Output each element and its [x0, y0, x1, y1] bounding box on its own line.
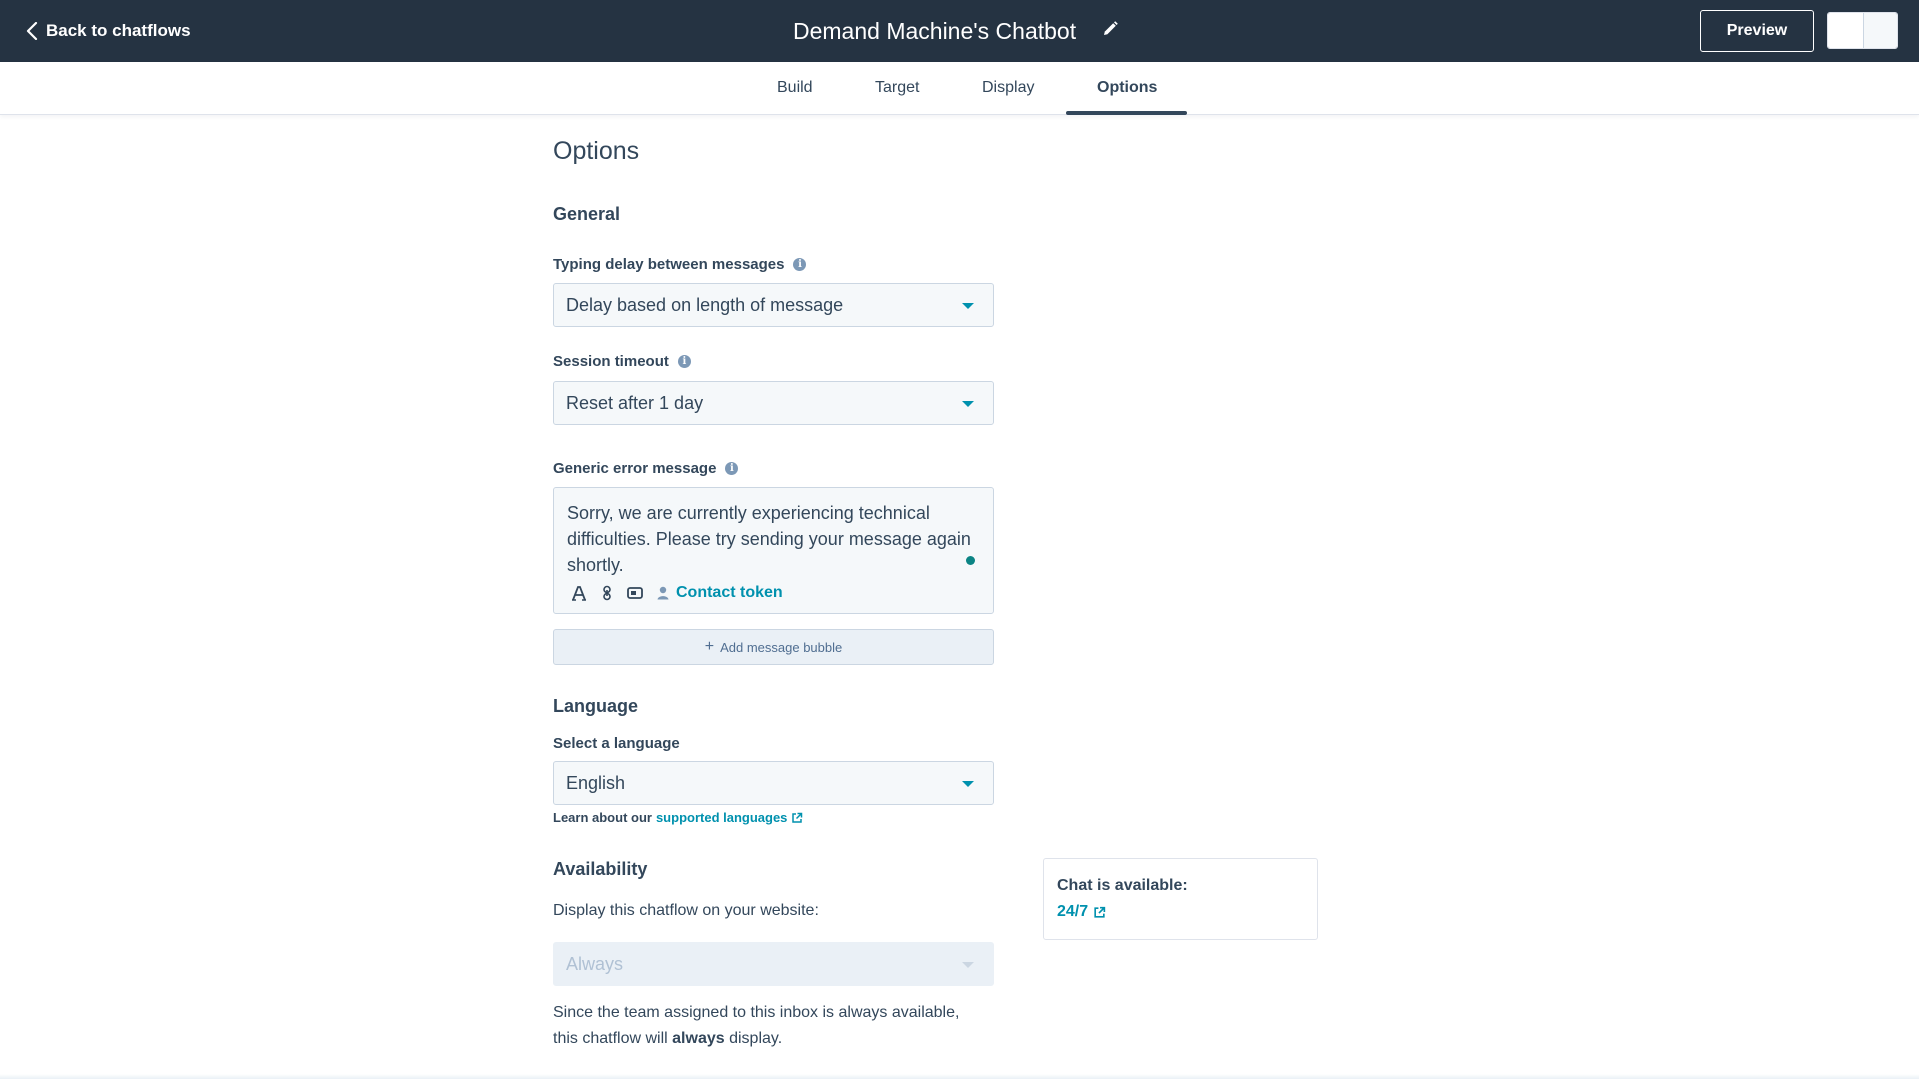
footer-shadow: [0, 1074, 1919, 1079]
supported-languages-link[interactable]: supported languages: [656, 810, 787, 825]
toggle-option-left[interactable]: [1828, 13, 1863, 48]
session-timeout-select[interactable]: Reset after 1 day: [553, 381, 994, 425]
view-toggle: [1827, 12, 1898, 49]
language-label: Select a language: [553, 735, 680, 752]
availability-note-bold: always: [672, 1030, 725, 1047]
chat-available-label: Chat is available:: [1057, 877, 1188, 894]
video-icon[interactable]: [626, 584, 644, 602]
tab-options[interactable]: Options: [1097, 79, 1157, 97]
error-message-editor[interactable]: Sorry, we are currently experiencing tec…: [553, 487, 994, 614]
info-icon[interactable]: i: [677, 355, 691, 368]
availability-note: Since the team assigned to this inbox is…: [553, 1000, 983, 1052]
page-title: Options: [553, 137, 640, 165]
status-dot: [966, 556, 975, 565]
pencil-icon[interactable]: [1101, 20, 1119, 38]
info-icon[interactable]: i: [793, 258, 807, 271]
preview-button[interactable]: Preview: [1700, 10, 1814, 52]
error-message-text[interactable]: Sorry, we are currently experiencing tec…: [567, 500, 972, 578]
availability-note-suffix: display.: [729, 1030, 783, 1047]
active-tab-indicator: [1066, 111, 1187, 115]
availability-hours-link[interactable]: 24/7: [1057, 903, 1106, 921]
chevron-left-icon: [26, 22, 38, 40]
back-label: Back to chatflows: [46, 21, 191, 40]
availability-select: Always: [553, 942, 994, 986]
external-link-icon: [1094, 906, 1106, 918]
add-message-bubble-label: Add message bubble: [720, 639, 843, 655]
section-availability-heading: Availability: [553, 859, 648, 879]
top-bar: Back to chatflows Demand Machine's Chatb…: [0, 0, 1919, 62]
typing-delay-value: Delay based on length of message: [566, 294, 844, 315]
session-timeout-label: Session timeout i: [553, 353, 691, 370]
caret-down-icon: [962, 401, 974, 407]
language-select[interactable]: English: [553, 761, 994, 805]
person-icon: [654, 584, 672, 602]
language-value: English: [566, 772, 626, 793]
language-help-text: Learn about our supported languages: [553, 810, 803, 825]
error-message-label: Generic error message i: [553, 460, 739, 477]
availability-hours-text: 24/7: [1057, 903, 1089, 920]
language-label-text: Select a language: [553, 735, 680, 752]
availability-value: Always: [566, 953, 624, 974]
typing-delay-label-text: Typing delay between messages: [553, 256, 785, 273]
plus-icon: +: [704, 638, 715, 655]
link-icon[interactable]: [598, 584, 616, 602]
session-timeout-label-text: Session timeout: [553, 353, 669, 370]
info-icon[interactable]: i: [725, 462, 739, 475]
toggle-option-right[interactable]: [1862, 13, 1897, 48]
external-link-icon[interactable]: [791, 812, 803, 824]
error-message-label-text: Generic error message: [553, 460, 717, 477]
caret-down-icon: [962, 962, 974, 968]
tab-bar: Build Target Display Options: [0, 62, 1919, 115]
session-timeout-value: Reset after 1 day: [566, 392, 704, 413]
tab-display[interactable]: Display: [982, 79, 1034, 97]
language-help-prefix: Learn about our: [553, 810, 652, 825]
contact-token-button[interactable]: Contact token: [676, 584, 783, 602]
typing-delay-label: Typing delay between messages i: [553, 256, 807, 273]
text-style-icon[interactable]: [570, 584, 588, 602]
section-general-heading: General: [553, 204, 621, 224]
chatbot-title[interactable]: Demand Machine's Chatbot: [793, 16, 1076, 46]
availability-label: Display this chatflow on your website:: [553, 902, 819, 919]
availability-card: Chat is available: 24/7: [1043, 858, 1318, 940]
add-message-bubble-button[interactable]: + Add message bubble: [553, 629, 994, 665]
back-to-chatflows-link[interactable]: Back to chatflows: [26, 19, 191, 43]
tab-build[interactable]: Build: [777, 79, 813, 97]
caret-down-icon: [962, 303, 974, 309]
typing-delay-select[interactable]: Delay based on length of message: [553, 283, 994, 327]
editor-toolbar: Contact token: [570, 583, 783, 603]
section-language-heading: Language: [553, 696, 639, 716]
caret-down-icon: [962, 781, 974, 787]
tab-target[interactable]: Target: [875, 79, 919, 97]
